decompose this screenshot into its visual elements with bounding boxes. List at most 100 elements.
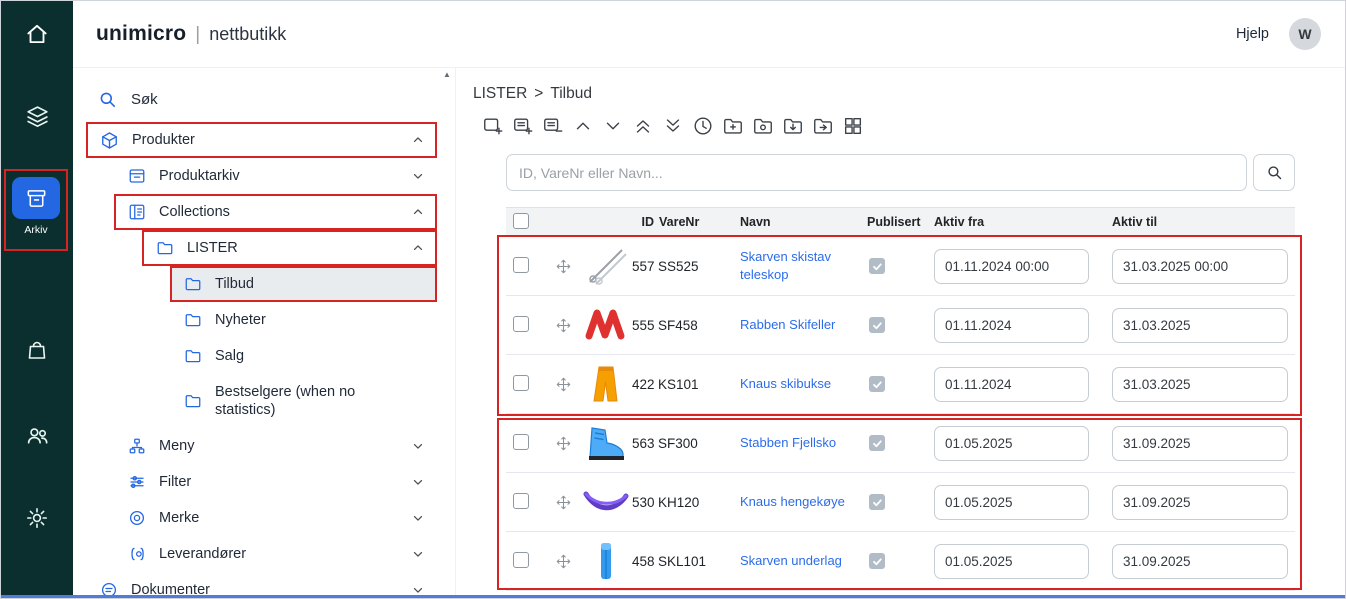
publisert-checkbox[interactable] (869, 258, 885, 274)
folder-import-button[interactable] (781, 114, 804, 138)
move-up-button[interactable] (571, 114, 594, 138)
folder-settings-icon (752, 115, 774, 137)
rail-shop-button[interactable] (1, 330, 73, 370)
move-to-bottom-button[interactable] (661, 114, 684, 138)
rail-customers-button[interactable] (1, 415, 73, 455)
folder-settings-button[interactable] (751, 114, 774, 138)
aktiv-til-input[interactable] (1112, 308, 1288, 343)
aktiv-fra-input[interactable] (934, 249, 1089, 284)
folder-export-button[interactable] (811, 114, 834, 138)
product-varenr: SKL101 (656, 554, 734, 569)
breadcrumb-separator: > (534, 85, 543, 102)
sidebar-item-nyheter[interactable]: Nyheter (170, 302, 437, 338)
help-link[interactable]: Hjelp (1236, 26, 1269, 42)
sidebar-item-leverand-rer[interactable]: Leverandører (114, 536, 437, 572)
product-name-link[interactable]: Stabben Fjellsko (740, 434, 836, 452)
product-name-link[interactable]: Knaus skibukse (740, 375, 831, 393)
folder-icon (184, 347, 202, 365)
publisert-checkbox[interactable] (869, 435, 885, 451)
aktiv-fra-input[interactable] (934, 426, 1089, 461)
rail-arkiv-active-tile (12, 177, 60, 219)
user-avatar[interactable]: W (1289, 18, 1321, 50)
table-search-input[interactable] (506, 154, 1247, 191)
sidebar-item-lister[interactable]: LISTER (142, 230, 437, 266)
aktiv-fra-input[interactable] (934, 485, 1089, 520)
drag-handle-icon[interactable] (556, 377, 571, 392)
drag-handle-icon[interactable] (556, 259, 571, 274)
table-search-button[interactable] (1253, 154, 1295, 191)
home-button[interactable] (1, 1, 73, 68)
product-thumbnail (580, 305, 632, 345)
sidebar-item-filter[interactable]: Filter (114, 464, 437, 500)
table-row: 557SS525Skarven skistav teleskop (506, 237, 1295, 296)
archive-card-icon (128, 167, 146, 185)
suppliers-icon (128, 545, 146, 563)
publisert-checkbox[interactable] (869, 553, 885, 569)
aktiv-til-input[interactable] (1112, 249, 1288, 284)
product-name-link[interactable]: Skarven underlag (740, 552, 842, 570)
publisert-checkbox[interactable] (869, 317, 885, 333)
drag-handle-icon[interactable] (556, 436, 571, 451)
row-select-checkbox[interactable] (513, 375, 529, 391)
publisert-checkbox[interactable] (869, 494, 885, 510)
scroll-up-icon[interactable]: ▲ (443, 70, 451, 598)
sidebar-item-collections[interactable]: Collections (114, 194, 437, 230)
rail-layers-button[interactable] (1, 96, 73, 136)
add-list-button[interactable] (481, 114, 504, 138)
sidebar-item-produktarkiv[interactable]: Produktarkiv (114, 158, 437, 194)
table-header: ID VareNr Navn Publisert Aktiv fra Aktiv… (506, 207, 1295, 237)
product-varenr: SF458 (656, 318, 734, 333)
drag-handle-icon[interactable] (556, 554, 571, 569)
aktiv-til-input[interactable] (1112, 485, 1288, 520)
product-name-link[interactable]: Skarven skistav teleskop (740, 248, 861, 283)
product-name-link[interactable]: Rabben Skifeller (740, 316, 835, 334)
menu-icon (128, 437, 146, 455)
chevron-up-icon (411, 205, 425, 219)
sidebar-item-salg[interactable]: Salg (170, 338, 437, 374)
aktiv-fra-input[interactable] (934, 308, 1089, 343)
aktiv-til-input[interactable] (1112, 426, 1288, 461)
move-to-top-button[interactable] (631, 114, 654, 138)
sidebar-item-tilbud[interactable]: Tilbud (170, 266, 437, 302)
product-name-link[interactable]: Knaus hengekøye (740, 493, 845, 511)
aktiv-fra-input[interactable] (934, 367, 1089, 402)
drag-handle-icon[interactable] (556, 318, 571, 333)
grid-view-button[interactable] (841, 114, 864, 138)
row-select-checkbox[interactable] (513, 434, 529, 450)
publisert-checkbox[interactable] (869, 376, 885, 392)
history-button[interactable] (691, 114, 714, 138)
rail-arkiv-button[interactable]: Arkiv (4, 169, 68, 251)
chevron-up-icon (411, 133, 425, 147)
sidebar-item-label: Leverandører (159, 545, 246, 563)
chevron-down-icon (411, 439, 425, 453)
move-to-top-icon (632, 115, 654, 137)
table-body: 557SS525Skarven skistav teleskop555SF458… (506, 237, 1295, 591)
breadcrumb-section[interactable]: LISTER (473, 85, 527, 102)
move-down-button[interactable] (601, 114, 624, 138)
search-icon (1266, 164, 1283, 181)
sidebar-item-meny[interactable]: Meny (114, 428, 437, 464)
row-select-checkbox[interactable] (513, 493, 529, 509)
filter-icon (128, 473, 146, 491)
select-all-checkbox[interactable] (513, 213, 529, 229)
collection-icon (128, 203, 146, 221)
remove-row-button[interactable] (541, 114, 564, 138)
aktiv-til-input[interactable] (1112, 367, 1288, 402)
row-select-checkbox[interactable] (513, 257, 529, 273)
drag-handle-icon[interactable] (556, 495, 571, 510)
sidebar-item-merke[interactable]: Merke (114, 500, 437, 536)
gear-icon (25, 506, 49, 530)
aktiv-fra-input[interactable] (934, 544, 1089, 579)
sidebar-scrollbar[interactable]: ▲ (441, 70, 453, 598)
aktiv-til-input[interactable] (1112, 544, 1288, 579)
sidebar-item-produkter[interactable]: Produkter (86, 122, 437, 158)
remove-row-icon (542, 115, 564, 137)
row-select-checkbox[interactable] (513, 316, 529, 332)
product-table: ID VareNr Navn Publisert Aktiv fra Aktiv… (506, 207, 1295, 591)
add-row-button[interactable] (511, 114, 534, 138)
new-folder-button[interactable] (721, 114, 744, 138)
row-select-checkbox[interactable] (513, 552, 529, 568)
sidebar-item-bestselgere-when-no-statistics[interactable]: Bestselgere (when no statistics) (170, 374, 437, 428)
rail-settings-button[interactable] (1, 498, 73, 538)
sidebar-search[interactable]: Søk (86, 88, 437, 110)
